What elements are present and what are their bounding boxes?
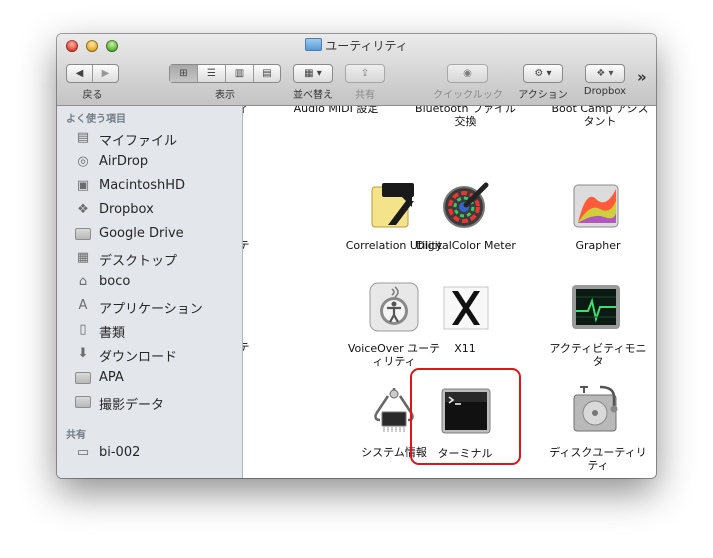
eye-icon: ◉ [463,68,472,79]
app-label: ディスクユーティリ ティ [549,446,647,472]
hard-disk-icon: ▣ [76,178,90,193]
airdrop-icon: ◎ [77,154,89,169]
folder-icon [75,372,91,384]
voiceover-utility-icon [369,282,419,332]
action-label: アクション [518,90,568,101]
back-label: 戻る [82,90,103,101]
computer-icon: ▭ [76,445,90,460]
dropbox-icon: ❖ [77,202,89,217]
shared-header: 共有 [66,430,86,441]
sidebar-item-apa[interactable]: APA [57,367,242,389]
back-arrow-icon: ◀ [75,68,84,79]
sidebar-item-macintoshhd[interactable]: ▣ MacintoshHD [57,175,242,197]
coverflow-view-button[interactable]: ▤ [254,65,280,82]
share-label: 共有 [355,90,375,101]
app-label: Grapher [575,239,621,252]
sidebar-item-all-my-files[interactable]: ▤ マイファイル [57,127,242,149]
sidebar-item-bi-002[interactable]: ▭ bi-002 [57,442,242,464]
back-button[interactable]: ◀ [67,65,93,82]
share-button[interactable]: ⇪ [345,64,385,83]
finder-window: ユーティリティ ◀ ▶ 戻る ⊞ ☰ ▥ ▤ 表示 ▦ ▾ 並べ替え ⇪ 共有 ◉ クイ… [57,34,656,478]
app-label: Boot Camp アシス タント [551,106,649,128]
sidebar-item-google-drive[interactable]: Google Drive [57,223,242,245]
icon-view-button[interactable]: ⊞ [170,65,198,82]
sidebar-item-airdrop[interactable]: ◎ AirDrop [57,151,242,173]
window-title: ユーティリティ [57,37,656,54]
app-label: ィ [243,106,253,115]
sidebar-item-photo-data[interactable]: 撮影データ [57,391,242,413]
back-forward-control[interactable]: ◀ ▶ [66,64,119,83]
favorites-header: よく使う項目 [66,114,126,125]
gear-icon: ⚙ ▾ [534,68,552,79]
documents-icon: ▯ [79,322,87,337]
list-view-button[interactable]: ☰ [198,65,226,82]
applications-icon: A [78,298,88,313]
folder-icon [75,396,91,408]
download-icon: ⬇ [77,346,89,361]
view-label: 表示 [215,90,235,101]
arrange-label: 並べ替え [293,90,333,101]
sidebar-item-documents[interactable]: ▯ 書類 [57,319,242,341]
app-label: Bluetooth ファイル 交換 [415,106,516,128]
sidebar-item-desktop[interactable]: ▦ デスクトップ [57,247,242,269]
icon-view-icon: ⊞ [179,68,188,79]
disk-utility-icon [573,385,618,432]
app-label: DigitalColor Meter [416,239,516,252]
quicklook-label: クイックルック [433,90,503,101]
share-icon: ⇪ [360,68,370,79]
all-my-files-icon: ▤ [76,130,90,145]
sidebar: よく使う項目 ▤ マイファイル ◎ AirDrop ▣ MacintoshHD … [57,106,243,478]
toolbar-overflow-button[interactable]: » [637,68,647,86]
app-label: テ [243,341,250,354]
sidebar-item-downloads[interactable]: ⬇ ダウンロード [57,343,242,365]
forward-button[interactable]: ▶ [93,65,118,82]
folder-icon [305,38,323,51]
action-button[interactable]: ⚙ ▾ [523,64,563,83]
sidebar-item-applications[interactable]: A アプリケーション [57,295,242,317]
quicklook-button[interactable]: ◉ [447,64,488,83]
arrange-grid-icon: ▦ ▾ [304,68,322,79]
grapher-icon [573,184,619,228]
sidebar-item-dropbox[interactable]: ❖ Dropbox [57,199,242,221]
dropbox-toolbar-button[interactable]: ❖ ▾ [585,64,625,83]
view-mode-control[interactable]: ⊞ ☰ ▥ ▤ [169,64,281,83]
list-view-icon: ☰ [207,68,216,79]
activity-monitor-icon [572,285,620,329]
app-label: Audio MIDI 設定 [293,106,379,115]
x11-icon [443,286,489,330]
app-label: アクティビティモニタ [549,342,647,368]
app-label: テ [243,239,250,252]
terminal-highlight-box [410,368,521,465]
column-view-icon: ▥ [234,68,245,79]
forward-arrow-icon: ▶ [101,68,110,79]
sidebar-item-boco[interactable]: ⌂ boco [57,271,242,293]
arrange-button[interactable]: ▦ ▾ [293,64,333,83]
coverflow-view-icon: ▤ [262,68,272,79]
digitalcolor-meter-icon [443,182,489,228]
desktop-icon: ▦ [76,250,90,265]
dropbox-label: Dropbox [583,86,627,97]
column-view-button[interactable]: ▥ [226,65,254,82]
home-icon: ⌂ [78,274,88,289]
file-icon-view: ィ Audio MIDI 設定 Bluetooth ファイル交換 Boot Ca… [243,106,656,478]
dropbox-icon: ❖ ▾ [596,68,614,79]
app-label: X11 [454,342,476,355]
folder-icon [75,228,91,240]
toolbar: ユーティリティ ◀ ▶ 戻る ⊞ ☰ ▥ ▤ 表示 ▦ ▾ 並べ替え ⇪ 共有 ◉ クイ… [57,34,656,106]
correlation-utility-icon [371,183,414,228]
